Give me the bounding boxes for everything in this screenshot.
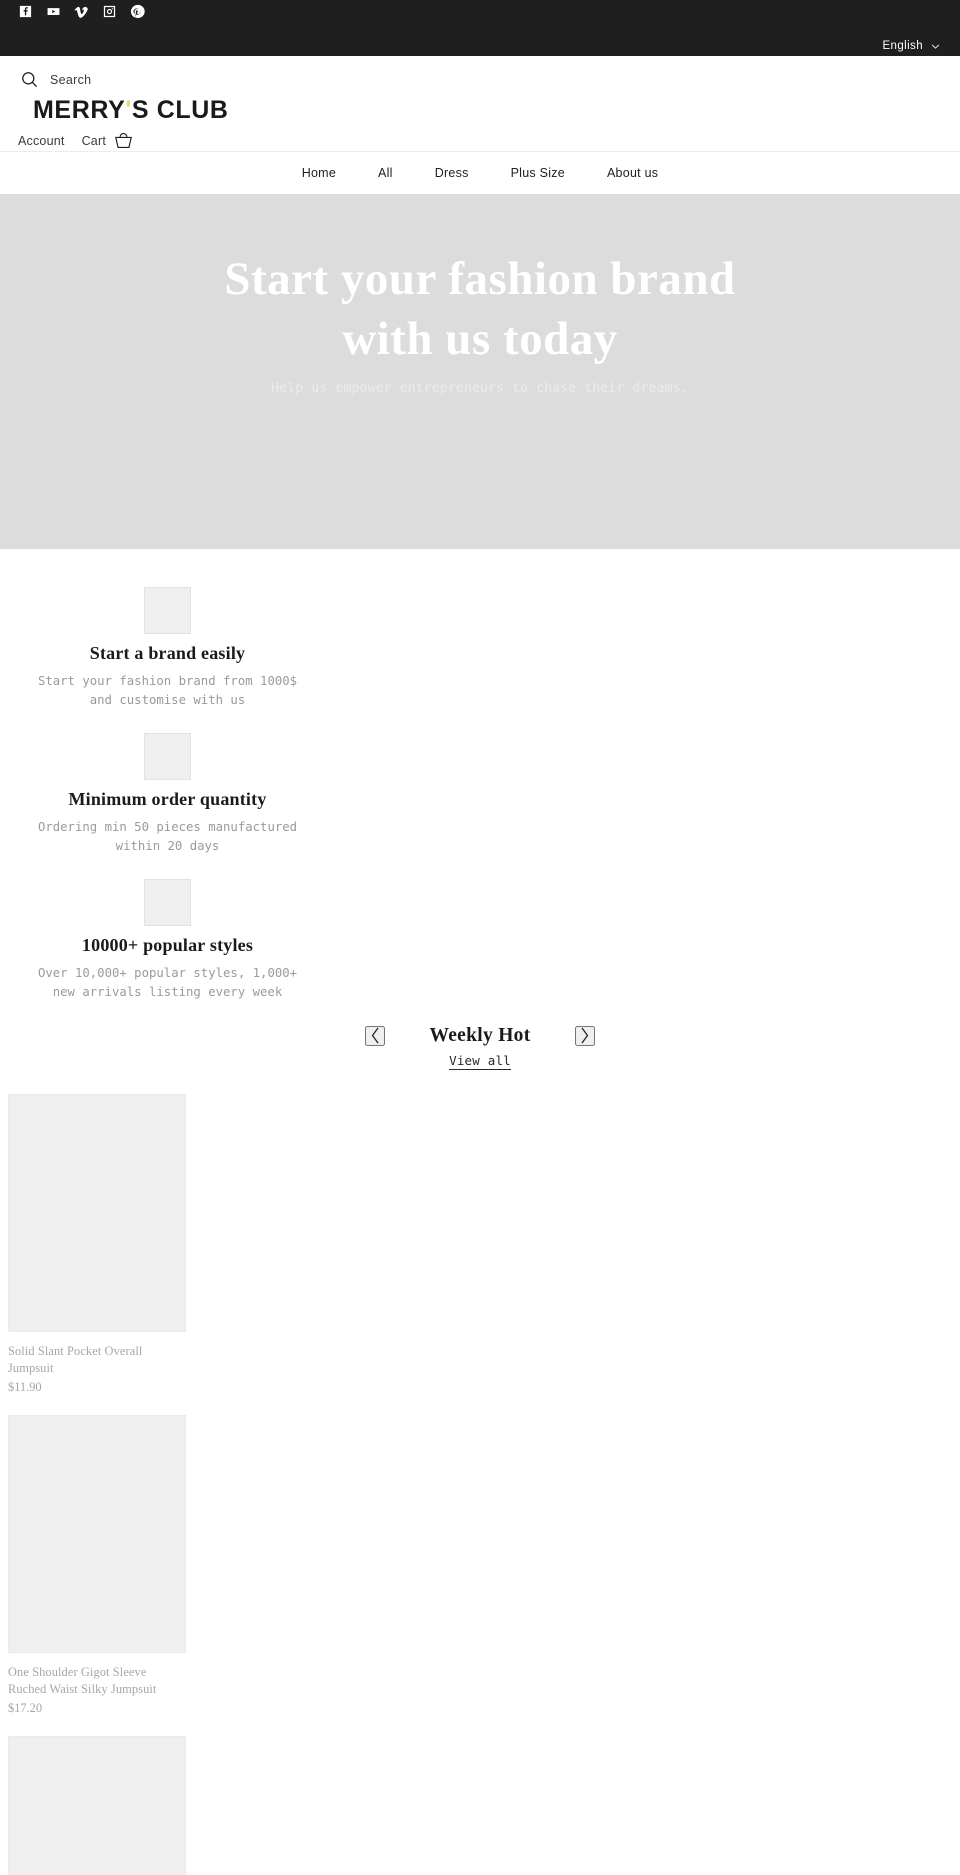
feature-image-icon [144,587,191,634]
weekly-hot-header: Weekly Hot View all [0,1025,960,1070]
hero-title-line2: with us today [342,313,618,366]
feature-block-popular-styles: 10000+ popular styles Over 10,000+ popul… [0,878,335,1003]
logo-text-part1: MERRY [33,96,126,124]
facebook-icon[interactable] [18,4,33,19]
nav-item-all[interactable]: All [378,166,393,180]
product-price: $17.20 [8,1700,43,1715]
product-price: $11.90 [8,1379,42,1394]
carousel-prev-button[interactable] [365,1025,386,1046]
feature-description: Over 10,000+ popular styles, 1,000+ new … [37,965,298,1000]
nav-item-plus-size[interactable]: Plus Size [511,166,565,180]
search-icon [20,70,39,89]
feature-title: 10000+ popular styles [81,934,254,955]
feature-description: Start your fashion brand from 1000$ and … [37,674,298,708]
product-title[interactable]: One Shoulder Gigot Sleeve Ruched Waist S… [8,1664,186,1699]
cart-label: Cart [81,133,106,148]
weekly-hot-title: Weekly Hot [429,1024,531,1046]
logo-text-part2: S CLUB [131,96,229,124]
product-image[interactable] [8,1093,186,1332]
product-card[interactable]: One Shoulder Gigot Sleeve Ruched Waist S… [8,1414,186,1716]
site-logo[interactable]: MERRY'S CLUB [33,96,229,125]
features-section: Start a brand easily Start your fashion … [0,549,960,1003]
weekly-hot-title-row: Weekly Hot [0,1025,960,1047]
product-card[interactable]: Solid Slant Pocket Overall Jumpsuit $11.… [8,1093,186,1395]
feature-title: Minimum order quantity [68,788,267,809]
top-announcement-bar: English [0,0,960,56]
feature-description: Ordering min 50 pieces manufactured with… [37,819,298,854]
nav-item-dress[interactable]: Dress [435,166,469,180]
chevron-down-icon [931,42,940,51]
main-navigation: Home All Dress Plus Size About us [0,152,960,194]
hero-title: Start your fashion brand with us today [130,249,830,369]
hero-title-line1: Start your fashion brand [224,253,736,305]
cart-link[interactable]: Cart [82,132,133,149]
hero-banner: Start your fashion brand with us today H… [0,194,960,549]
site-header: Search MERRY'S CLUB Account Cart [0,56,960,152]
product-card[interactable] [8,1735,186,1875]
language-selector[interactable]: English [882,40,940,52]
feature-block-minimum-order: Minimum order quantity Ordering min 50 p… [0,732,335,857]
carousel-next-button[interactable] [574,1025,595,1046]
search-bar[interactable]: Search [20,70,91,89]
social-links [18,4,145,19]
product-title[interactable]: Solid Slant Pocket Overall Jumpsuit [8,1343,186,1378]
feature-title: Start a brand easily [89,643,246,663]
feature-image-icon [144,732,191,780]
account-link[interactable]: Account [18,134,65,148]
feature-image-icon [144,878,191,926]
vimeo-icon[interactable] [74,4,89,19]
instagram-icon[interactable] [102,4,117,19]
hero-subtitle: Help us empower entrepreneurs to chase t… [271,381,689,397]
hero-content: Start your fashion brand with us today H… [0,249,960,399]
youtube-icon[interactable] [46,4,61,19]
feature-block-start-a-brand: Start a brand easily Start your fashion … [0,587,335,711]
product-image[interactable] [8,1735,186,1875]
nav-item-home[interactable]: Home [302,166,336,180]
pinterest-icon[interactable] [130,4,145,19]
product-image[interactable] [8,1414,186,1653]
view-all-link[interactable]: View all [449,1053,511,1070]
product-list: Solid Slant Pocket Overall Jumpsuit $11.… [0,1093,960,1875]
header-account-row: Account Cart [18,132,133,149]
cart-icon [114,132,133,149]
nav-item-about-us[interactable]: About us [607,166,658,180]
language-label: English [882,40,923,52]
search-input[interactable]: Search [50,73,91,87]
